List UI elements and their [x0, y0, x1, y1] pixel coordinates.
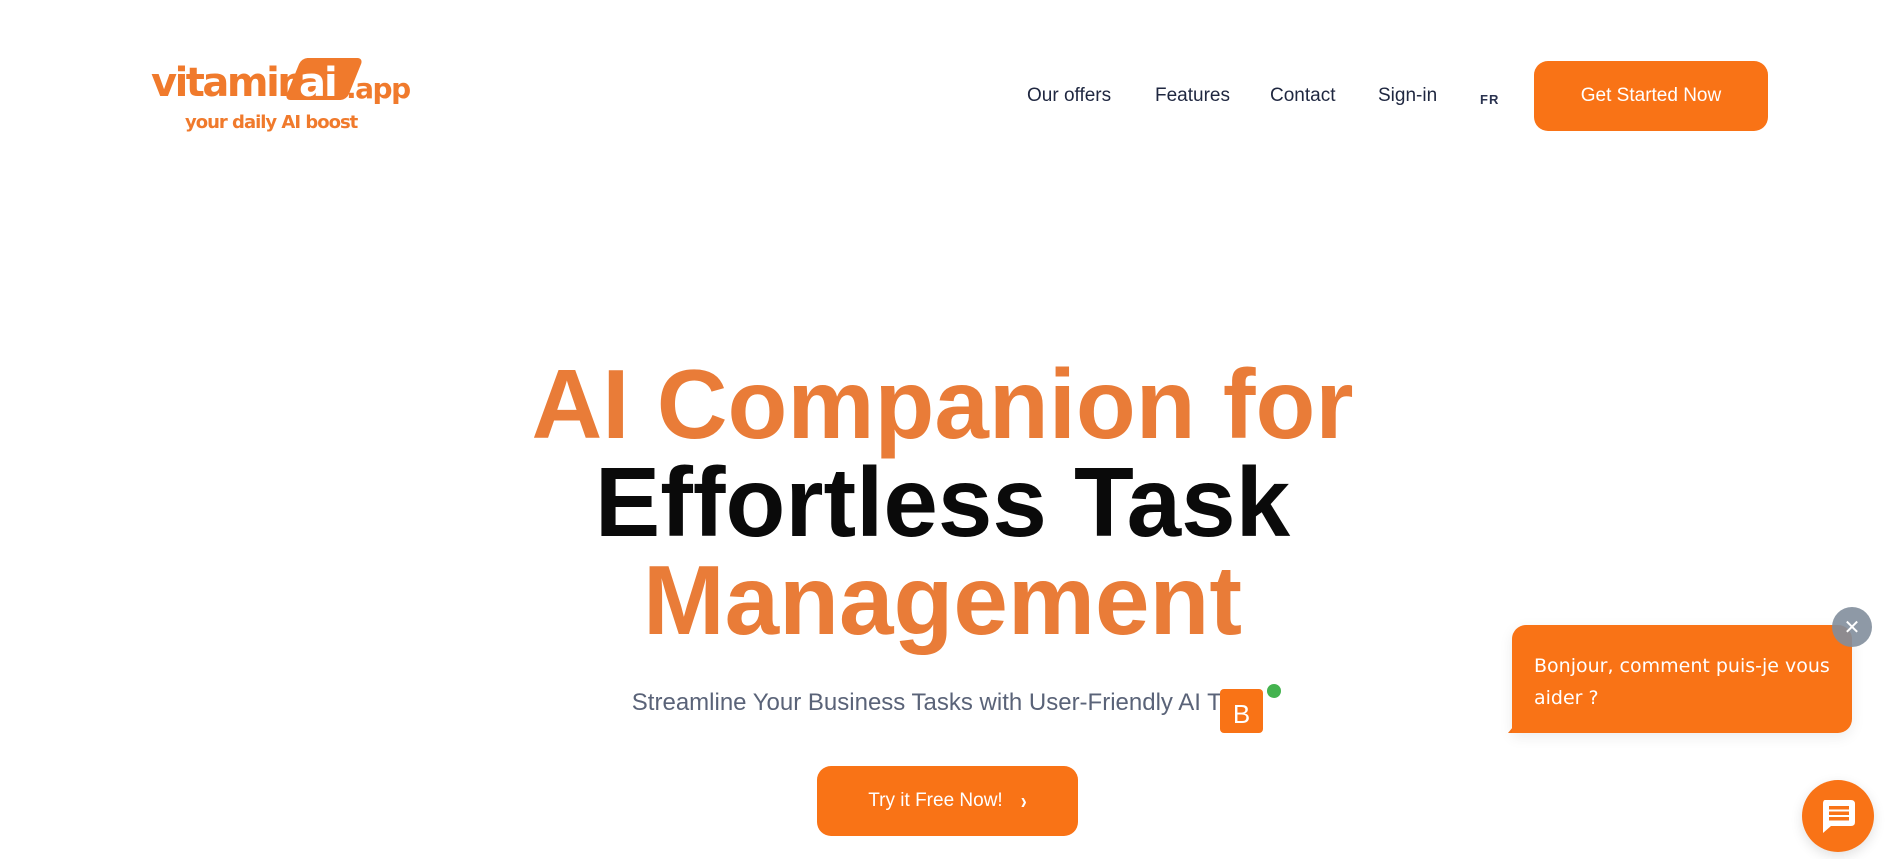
logo-word: vitamin [151, 60, 306, 106]
nav-link-our-offers[interactable]: Our offers [1027, 82, 1111, 110]
chat-launcher-button[interactable] [1802, 780, 1874, 852]
logo-tagline: your daily AI boost [185, 112, 358, 133]
nav-link-contact[interactable]: Contact [1270, 82, 1335, 110]
chat-message-icon [1823, 800, 1855, 833]
close-icon: ✕ [1843, 616, 1861, 639]
chevron-right-icon: › [1020, 787, 1027, 814]
hero-title-line-2: Effortless Task [594, 447, 1291, 557]
hero-title-line-1: AI Companion for [531, 349, 1354, 459]
chat-agent-avatar[interactable]: B [1220, 689, 1263, 733]
brand-logo[interactable]: vitamin ai .app your daily AI boost [149, 52, 411, 142]
logo-highlight: ai [299, 60, 338, 106]
hero-title: AI Companion for Effortless Task Managem… [0, 355, 1885, 649]
nav-link-sign-in[interactable]: Sign-in [1378, 82, 1437, 110]
get-started-button[interactable]: Get Started Now [1534, 61, 1768, 131]
chat-close-button[interactable]: ✕ [1832, 607, 1872, 647]
online-status-indicator [1267, 684, 1281, 698]
try-free-button[interactable]: Try it Free Now! › [817, 766, 1078, 836]
language-switch[interactable]: FR [1480, 86, 1499, 114]
nav-link-features[interactable]: Features [1155, 82, 1230, 110]
try-free-label: Try it Free Now! [868, 790, 1003, 811]
chat-greeting-bubble[interactable]: Bonjour, comment puis-je vous aider ? [1512, 625, 1852, 733]
logo-suffix: .app [346, 72, 411, 105]
